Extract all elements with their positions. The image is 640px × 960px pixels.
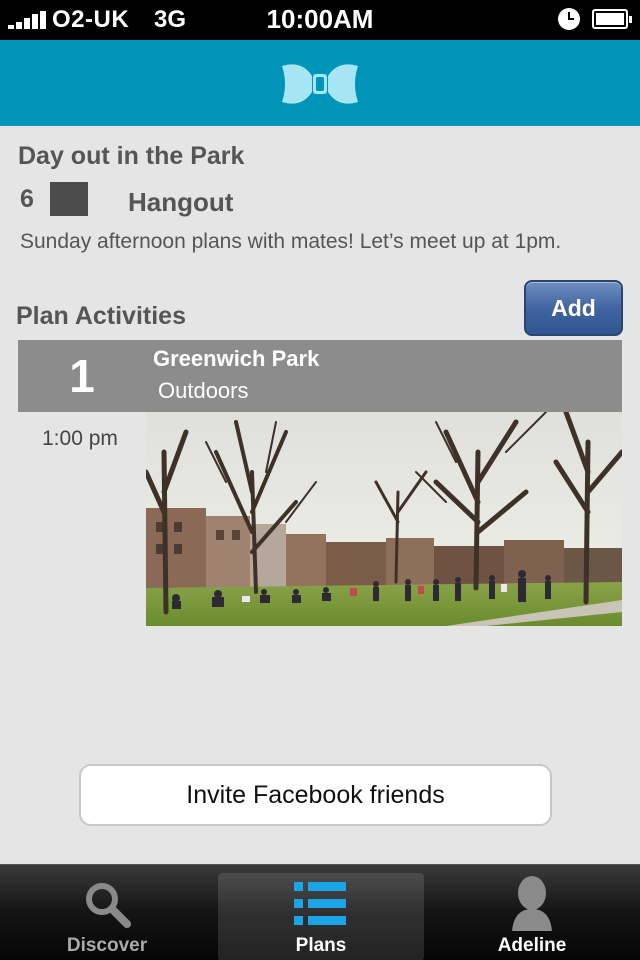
tab-profile[interactable]: Adeline bbox=[424, 865, 640, 960]
activity-time: 1:00 pm bbox=[42, 427, 118, 450]
tab-label-plans: Plans bbox=[295, 935, 347, 956]
tab-plans[interactable]: Plans bbox=[218, 873, 424, 960]
tab-discover[interactable]: Discover bbox=[0, 865, 214, 960]
park-photo[interactable] bbox=[146, 412, 622, 626]
activity-category: Outdoors bbox=[158, 378, 249, 403]
list-icon bbox=[294, 882, 346, 925]
tab-label-discover: Discover bbox=[66, 935, 148, 956]
add-activity-button[interactable]: Add bbox=[524, 280, 623, 336]
activity-number: 1 bbox=[69, 350, 95, 402]
app-header bbox=[0, 40, 640, 126]
guest-count: 6 bbox=[20, 185, 34, 213]
plan-color-swatch bbox=[50, 182, 88, 216]
clock-icon bbox=[558, 8, 580, 30]
tab-bar: Discover Plans Adeline bbox=[0, 864, 640, 960]
bow-tie-logo bbox=[282, 64, 358, 104]
battery-icon bbox=[592, 9, 632, 29]
tab-label-profile: Adeline bbox=[497, 935, 567, 956]
activity-name[interactable]: Greenwich Park bbox=[153, 346, 319, 372]
person-icon bbox=[512, 876, 552, 931]
plan-type: Hangout bbox=[128, 187, 234, 217]
section-title-activities: Plan Activities bbox=[16, 302, 186, 330]
invite-facebook-friends-button[interactable]: Invite Facebook friends bbox=[79, 764, 552, 826]
status-time: 10:00AM bbox=[266, 4, 374, 34]
status-bar: O2-UK 3G 10:00AM bbox=[0, 0, 640, 40]
plan-title: Day out in the Park bbox=[18, 142, 245, 170]
plan-description: Sunday afternoon plans with mates! Let’s… bbox=[20, 230, 562, 253]
search-icon bbox=[86, 883, 131, 928]
